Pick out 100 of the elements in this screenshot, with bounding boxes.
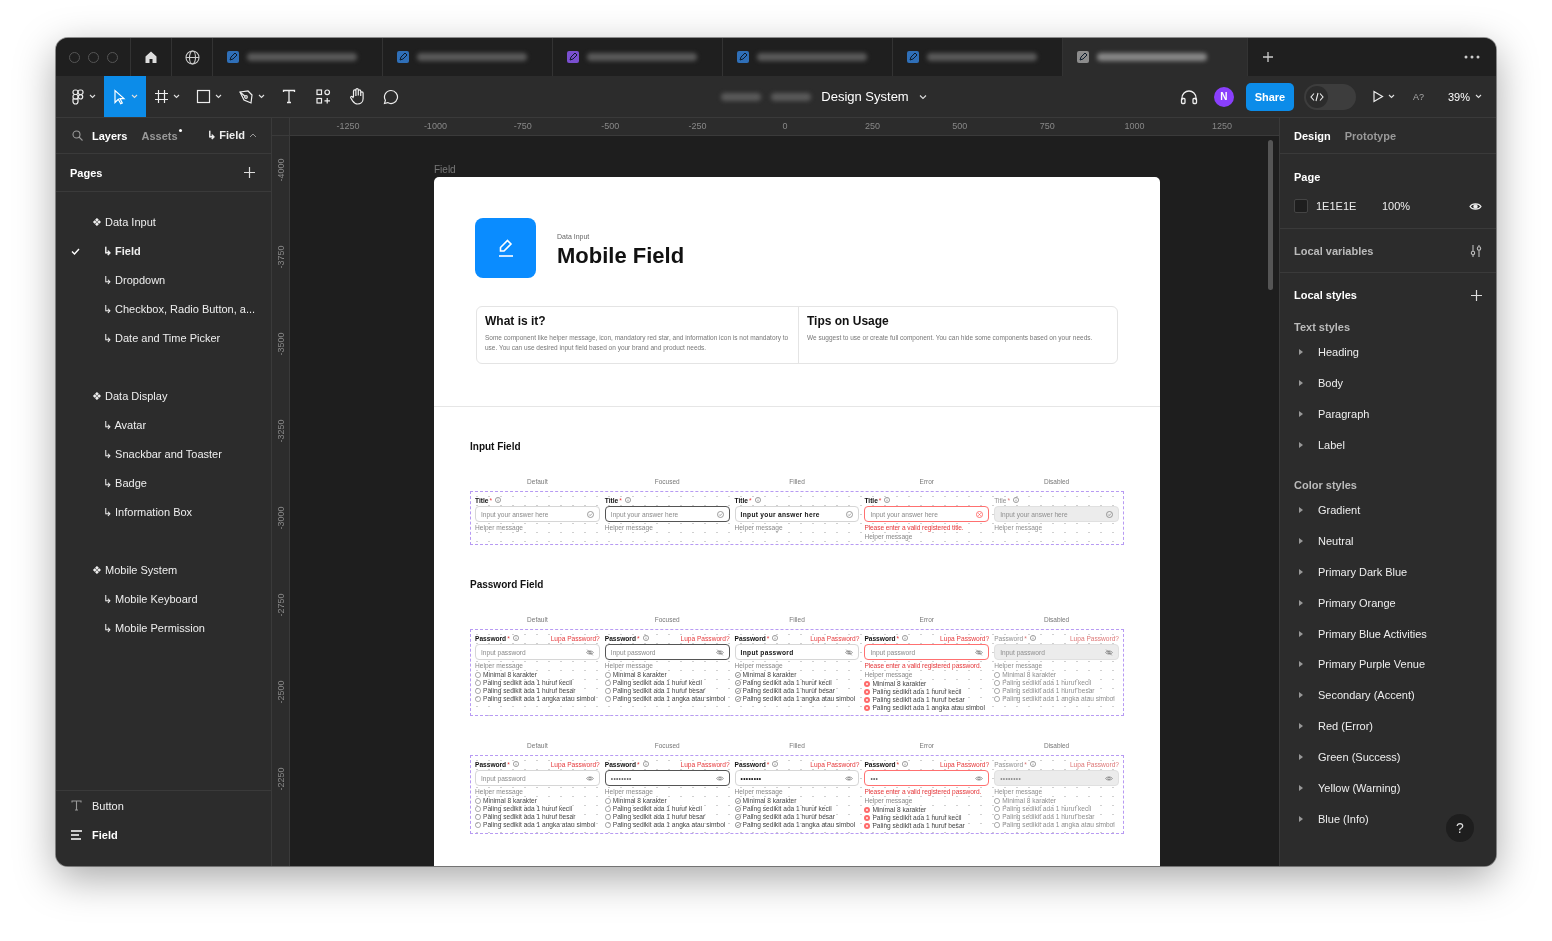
panel-tab[interactable]: Assets: [141, 129, 182, 142]
page-item[interactable]: ❖ Data Input: [56, 208, 271, 237]
opacity-value[interactable]: 100%: [1382, 200, 1469, 212]
eye-off-icon[interactable]: [585, 648, 594, 656]
caret-icon[interactable]: [249, 133, 257, 138]
zoom-menu[interactable]: 39%: [1447, 90, 1470, 103]
expand-triangle-icon[interactable]: [1299, 507, 1303, 513]
text-tool-icon: [282, 89, 296, 104]
style-group-item[interactable]: Gradient: [1318, 504, 1361, 516]
style-group-item[interactable]: Green (Success): [1318, 751, 1401, 764]
page-item[interactable]: ↳ Badge: [56, 469, 271, 498]
page-item[interactable]: ↳ Field: [56, 237, 271, 266]
plus-icon[interactable]: [1471, 289, 1482, 301]
page-switcher[interactable]: ↳ Field: [207, 129, 245, 142]
info-icon: [642, 635, 649, 641]
eye-off-icon[interactable]: [1105, 648, 1113, 656]
expand-triangle-icon[interactable]: [1299, 411, 1303, 418]
page-title: Mobile Field: [557, 243, 685, 269]
ruler-label: 1000: [1124, 121, 1145, 131]
ruler-label: -250: [688, 121, 707, 131]
style-group-item[interactable]: Yellow (Warning): [1318, 782, 1401, 794]
page-item[interactable]: ↳ Avatar: [56, 411, 271, 440]
style-group-item[interactable]: Secondary (Accent): [1318, 689, 1415, 702]
ruler-label: -1250: [336, 121, 360, 131]
redacted-title: [771, 92, 812, 101]
expand-triangle-icon[interactable]: [1299, 785, 1303, 791]
home-icon[interactable]: [144, 50, 158, 64]
page-item[interactable]: ↳ Mobile Keyboard: [56, 585, 271, 614]
style-group-item[interactable]: Paragraph: [1318, 408, 1370, 421]
style-group-item[interactable]: Red (Error): [1318, 720, 1373, 733]
page-item[interactable]: ↳ Snackbar and Toaster: [56, 440, 271, 469]
style-group-item[interactable]: Primary Orange: [1318, 596, 1396, 609]
style-group-item[interactable]: Primary Purple Venue: [1318, 658, 1425, 671]
color-value[interactable]: 1E1E1E: [1316, 200, 1382, 212]
check-circle-icon: [586, 510, 594, 518]
expand-triangle-icon[interactable]: [1299, 661, 1303, 668]
page-item[interactable]: ↳ Mobile Permission: [56, 614, 271, 643]
page-item[interactable]: ↳ Checkbox, Radio Button, a...: [56, 295, 271, 324]
ai-button[interactable]: A?: [1412, 91, 1424, 102]
eye-off-icon[interactable]: [975, 648, 984, 656]
style-group-item[interactable]: Neutral: [1318, 534, 1354, 547]
layer-item[interactable]: Button: [56, 791, 271, 820]
page-item[interactable]: ↳ Dropdown: [56, 266, 271, 295]
frame-label[interactable]: Field: [434, 164, 456, 175]
card-title: What is it?: [485, 314, 547, 328]
style-group-item[interactable]: Heading: [1318, 346, 1359, 359]
color-swatch[interactable]: [1294, 199, 1308, 213]
style-group-item[interactable]: Primary Dark Blue: [1318, 565, 1408, 578]
expand-triangle-icon[interactable]: [1299, 442, 1303, 449]
expand-triangle-icon[interactable]: [1299, 537, 1303, 544]
search-icon[interactable]: [72, 130, 83, 141]
section-heading: Local styles: [1294, 289, 1357, 301]
text-layer-icon: [71, 800, 82, 811]
caret-icon: [215, 94, 222, 99]
eye-off-icon[interactable]: [845, 648, 854, 656]
sliders-icon[interactable]: [1470, 243, 1482, 258]
style-group-item[interactable]: Blue (Info): [1318, 812, 1369, 825]
expand-triangle-icon[interactable]: [1299, 754, 1303, 761]
ruler-label: -750: [513, 121, 532, 131]
info-icon: [1013, 497, 1019, 503]
page-item[interactable]: ↳ Information Box: [56, 498, 271, 527]
page-item[interactable]: ❖ Mobile System: [56, 556, 271, 585]
play-icon[interactable]: [1371, 90, 1384, 103]
section-heading[interactable]: Local variables: [1294, 244, 1374, 257]
panel-tab[interactable]: Layers: [92, 129, 128, 142]
layer-item[interactable]: Field: [56, 820, 271, 849]
expand-triangle-icon[interactable]: [1299, 723, 1303, 730]
file-tab[interactable]: [1063, 38, 1248, 76]
headphones-icon[interactable]: [1179, 88, 1198, 105]
expand-triangle-icon[interactable]: [1299, 568, 1303, 575]
globe-icon[interactable]: [184, 49, 200, 65]
page-item[interactable]: ❖ Data Display: [56, 382, 271, 411]
file-name[interactable]: Design System: [821, 89, 909, 104]
user-avatar[interactable]: N: [1213, 86, 1234, 107]
scrollbar[interactable]: [1268, 140, 1273, 290]
page-item[interactable]: ↳ Date and Time Picker: [56, 324, 271, 353]
info-icon: [772, 635, 779, 641]
expand-triangle-icon[interactable]: [1299, 380, 1303, 387]
expand-triangle-icon[interactable]: [1299, 599, 1303, 606]
expand-triangle-icon[interactable]: [1299, 692, 1303, 699]
expand-triangle-icon[interactable]: [1299, 630, 1303, 637]
help-button[interactable]: ?: [1446, 814, 1474, 842]
info-icon: [1029, 761, 1036, 767]
eye-off-icon[interactable]: [715, 648, 724, 656]
ruler-label: -4000: [276, 158, 286, 182]
expand-triangle-icon[interactable]: [1299, 349, 1303, 356]
plus-icon[interactable]: [244, 167, 255, 178]
dev-mode-toggle[interactable]: [1303, 83, 1356, 110]
panel-tab[interactable]: Prototype: [1344, 129, 1397, 142]
cursor-icon: [112, 88, 127, 105]
style-group-item[interactable]: Body: [1318, 377, 1344, 390]
plus-icon[interactable]: [1262, 51, 1274, 63]
check-icon: [71, 248, 80, 255]
more-icon[interactable]: [1464, 55, 1480, 59]
panel-tab[interactable]: Design: [1294, 129, 1331, 142]
style-group-item[interactable]: Label: [1318, 439, 1345, 452]
style-group-item[interactable]: Primary Blue Activities: [1318, 627, 1427, 640]
share-button[interactable]: Share: [1245, 82, 1294, 111]
eye-icon[interactable]: [1469, 201, 1482, 211]
expand-triangle-icon[interactable]: [1299, 815, 1303, 822]
